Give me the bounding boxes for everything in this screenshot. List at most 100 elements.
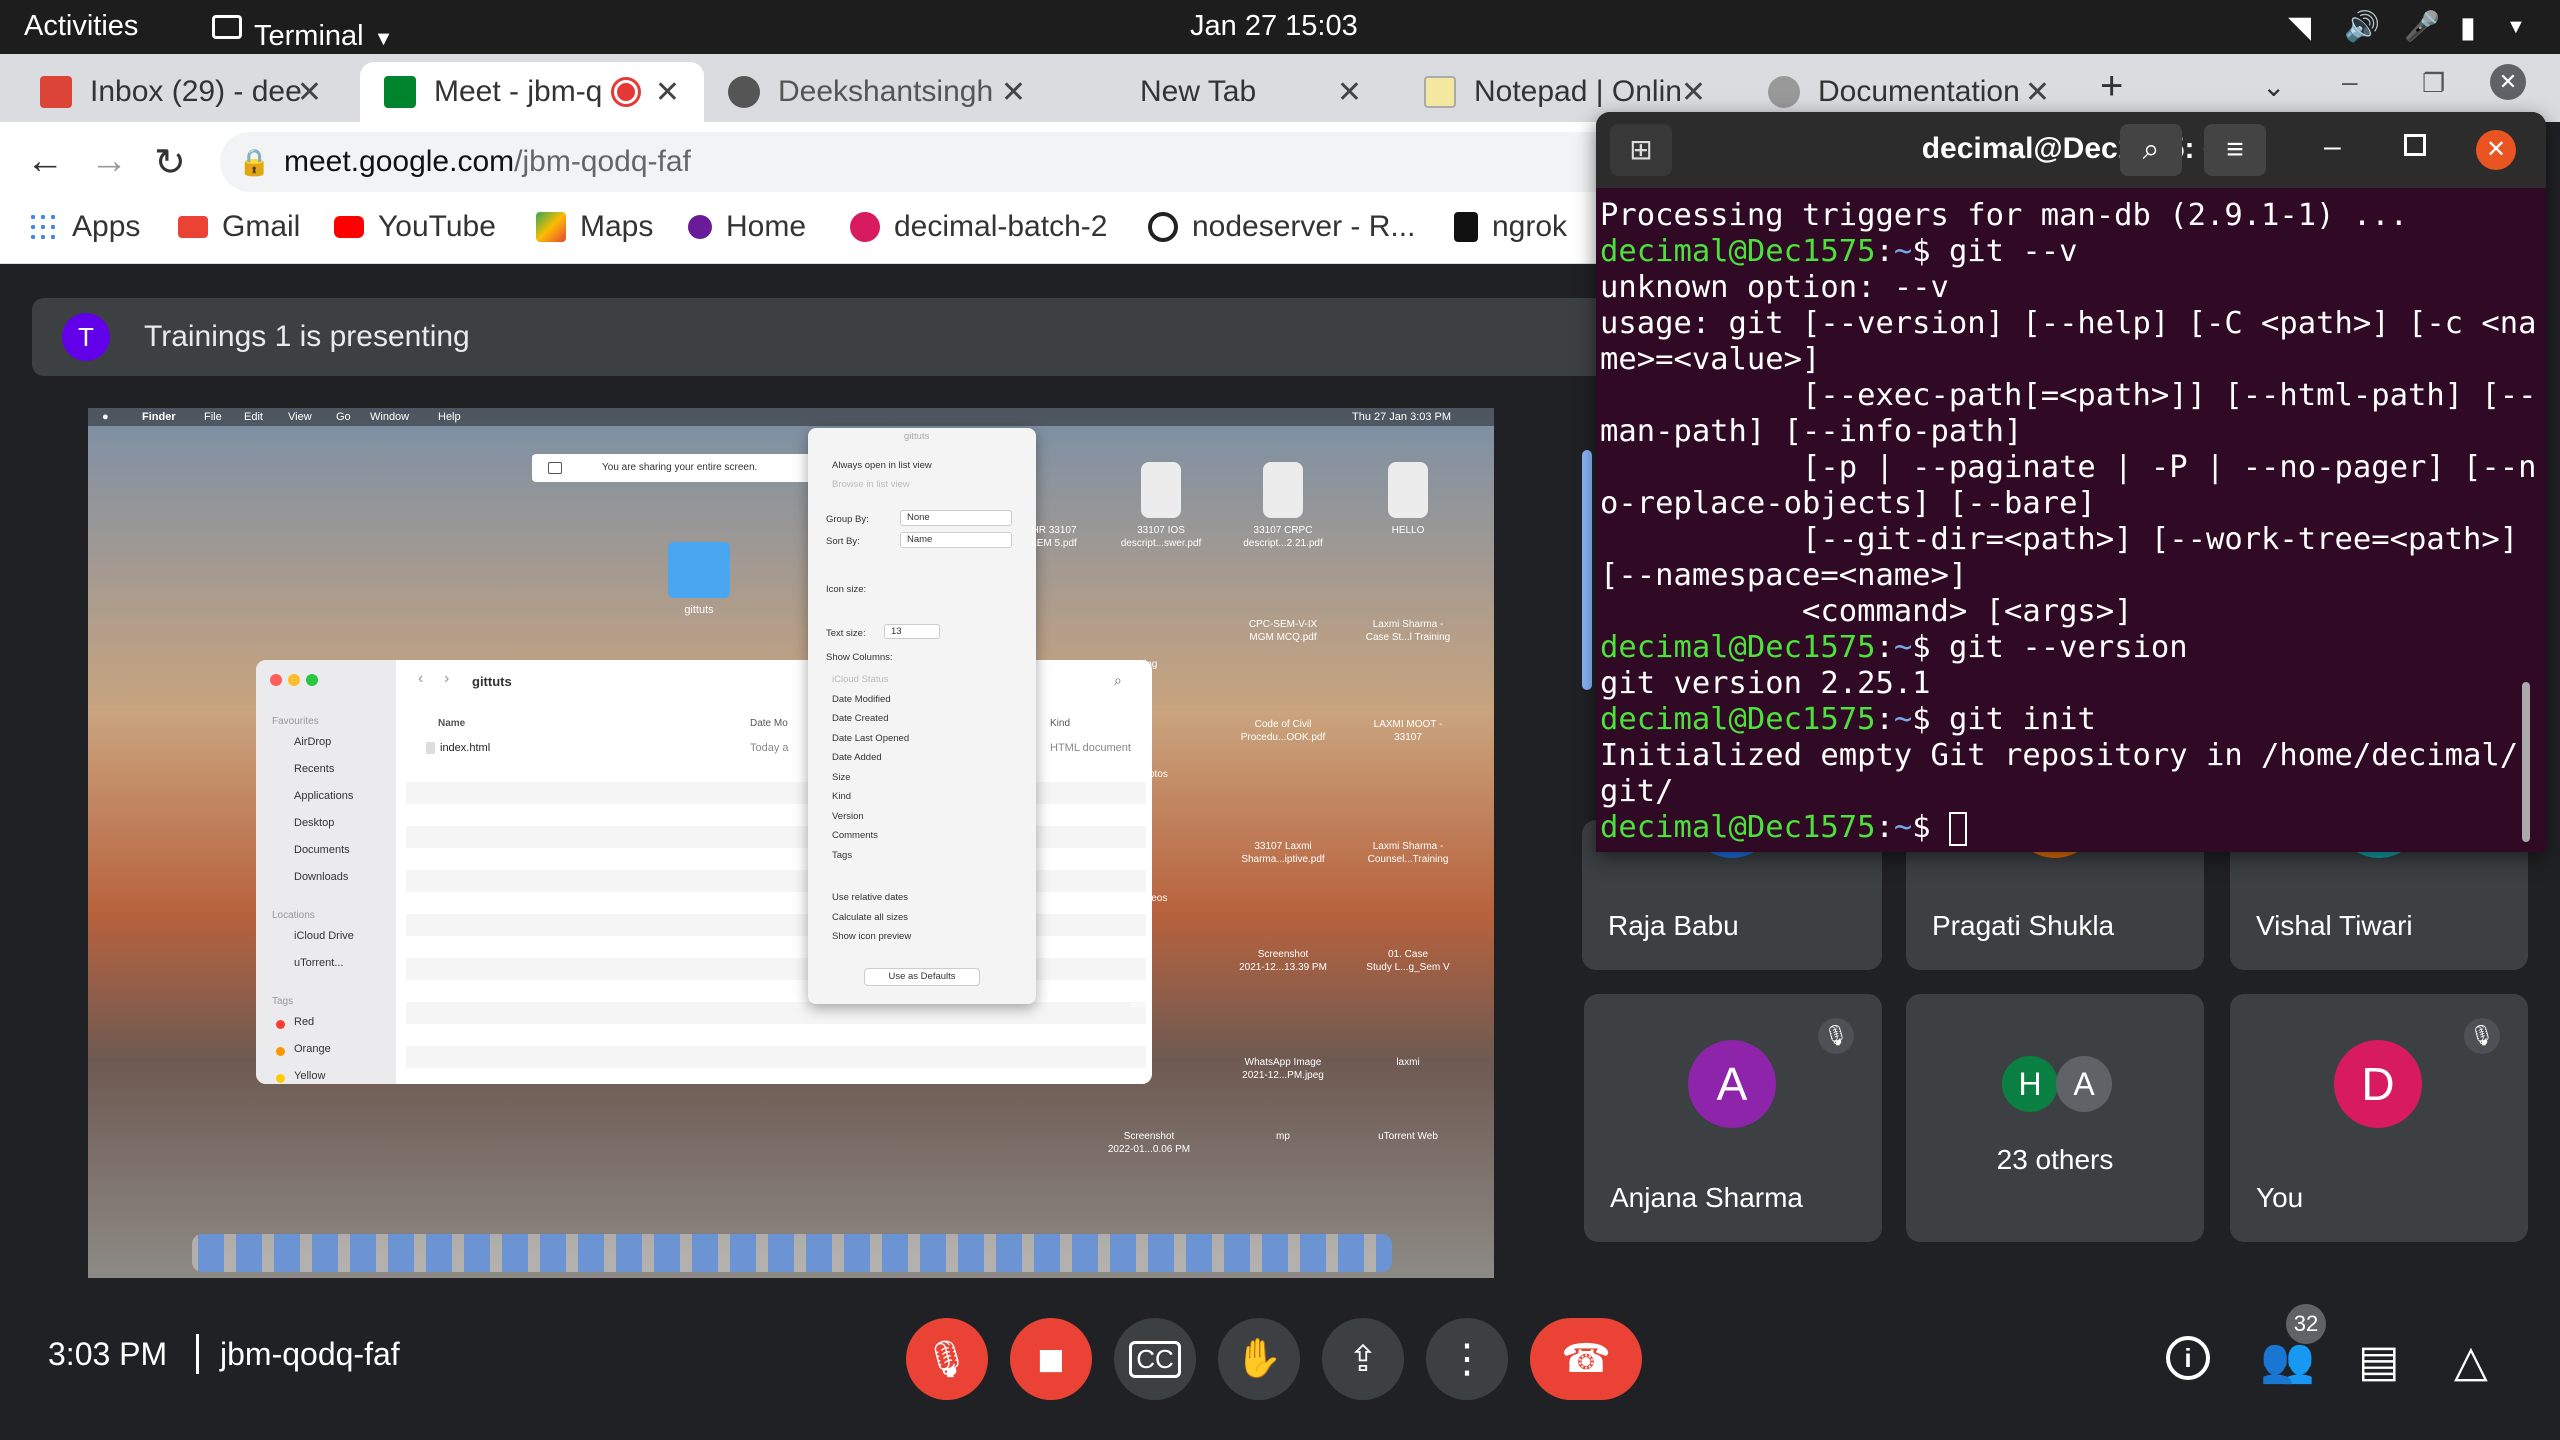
desktop-file[interactable]: mage photos	[1094, 768, 1184, 781]
desktop-file[interactable]: mage videos	[1094, 892, 1184, 905]
more-options-button[interactable]: ⋮	[1426, 1318, 1508, 1400]
close-tab-icon[interactable]: ✕	[1681, 75, 1706, 110]
sidebar-recents[interactable]: Recents	[294, 763, 334, 775]
mic-toggle-button[interactable]: 🎙	[906, 1318, 988, 1400]
group-by-select[interactable]: None	[900, 510, 1012, 526]
tab-meet[interactable]: Meet - jbm-q ✕	[360, 62, 704, 122]
activities-shapes-icon[interactable]: △	[2454, 1336, 2488, 1387]
leave-call-button[interactable]: ☎	[1530, 1318, 1642, 1400]
bookmark-maps[interactable]: Maps	[536, 210, 653, 244]
desktop-folder-gittuts[interactable]: gittuts	[664, 542, 734, 616]
new-tab-plus-icon[interactable]: +	[2100, 64, 2123, 109]
captions-button[interactable]: CC	[1114, 1318, 1196, 1400]
system-menu-caret-icon[interactable]: ▼	[2506, 16, 2526, 39]
forward-arrow-icon[interactable]: →	[90, 140, 128, 183]
desktop-file[interactable]: 33107 CRPC descript...2.21.pdf	[1228, 462, 1338, 550]
desktop-file[interactable]: CPC-SEM-V-IX MGM MCQ.pdf	[1228, 618, 1338, 644]
mac-dock[interactable]	[192, 1234, 1392, 1272]
close-icon[interactable]: ✕	[2476, 130, 2516, 170]
close-traffic-light[interactable]	[270, 674, 282, 686]
desktop-file[interactable]: 01. Case Study L...g_Sem V	[1348, 948, 1468, 974]
sidebar-airdrop[interactable]: AirDrop	[294, 736, 331, 748]
battery-icon[interactable]: ▮	[2460, 10, 2476, 45]
sidebar-utorrent[interactable]: uTorrent...	[294, 957, 344, 969]
reload-icon[interactable]: ↻	[154, 140, 186, 185]
terminal-app-menu[interactable]: Terminal ▼	[212, 10, 393, 52]
lock-icon[interactable]: 🔒	[238, 132, 270, 192]
present-now-button[interactable]: ⇪	[1322, 1318, 1404, 1400]
sidebar-downloads[interactable]: Downloads	[294, 871, 348, 883]
back-arrow-icon[interactable]: ←	[26, 140, 64, 183]
tag-orange[interactable]: Orange	[294, 1043, 331, 1055]
address-bar[interactable]: 🔒 meet.google.com/jbm-qodq-faf	[220, 132, 1600, 192]
text-size-select[interactable]: 13	[884, 624, 940, 639]
desktop-file[interactable]: WhatsApp Image 2021-12...PM.jpeg	[1228, 1056, 1338, 1082]
volume-icon[interactable]: 🔊	[2344, 10, 2380, 44]
minimize-traffic-light[interactable]	[288, 674, 300, 686]
raise-hand-button[interactable]: ✋	[1218, 1318, 1300, 1400]
terminal-scrollbar[interactable]	[2522, 682, 2530, 842]
desktop-file[interactable]: 33107 Laxmi Sharma...iptive.pdf	[1228, 840, 1338, 866]
clock[interactable]: Jan 27 15:03	[1190, 10, 1358, 43]
activities-button[interactable]: Activities	[24, 10, 138, 43]
desktop-file[interactable]: Screenshot 2022-01...0.06 PM	[1094, 1130, 1204, 1156]
bookmark-ngrok[interactable]: ngrok	[1454, 210, 1567, 244]
close-tab-icon[interactable]: ✕	[297, 75, 322, 110]
close-tab-icon[interactable]: ✕	[1337, 75, 1362, 110]
bookmark-nodeserver[interactable]: nodeserver - R...	[1148, 210, 1415, 244]
meeting-details-icon[interactable]: i	[2166, 1336, 2210, 1380]
close-tab-icon[interactable]: ✕	[2025, 75, 2050, 110]
hamburger-menu-button[interactable]: ≡	[2204, 124, 2266, 176]
desktop-file[interactable]: mp	[1228, 1130, 1338, 1143]
sidebar-documents[interactable]: Documents	[294, 844, 350, 856]
desktop-file[interactable]: uTorrent Web	[1348, 1130, 1468, 1143]
terminal-search-button[interactable]: ⌕	[2120, 124, 2182, 176]
bookmark-decimal-batch[interactable]: decimal-batch-2	[850, 210, 1107, 244]
chat-icon[interactable]: ▤	[2358, 1336, 2400, 1387]
sidebar-applications[interactable]: Applications	[294, 790, 353, 802]
terminal-window[interactable]: ⊞ decimal@Dec1575: ~ ⌕ ≡ – ✕ Processing …	[1596, 112, 2546, 852]
desktop-file[interactable]: Laxmi Sharma - Case St...l Training	[1348, 618, 1468, 644]
sort-by-select[interactable]: Name	[900, 532, 1012, 548]
tag-yellow[interactable]: Yellow	[294, 1070, 325, 1082]
close-tab-icon[interactable]: ✕	[655, 75, 680, 110]
bookmark-gmail[interactable]: Gmail	[178, 210, 300, 244]
desktop-file[interactable]: 33107 IOS descript...swer.pdf	[1106, 462, 1216, 550]
desktop-file[interactable]: Etti	[1094, 998, 1184, 1011]
bookmark-youtube[interactable]: YouTube	[334, 210, 496, 244]
tab-gmail[interactable]: Inbox (29) - dee ✕	[16, 62, 346, 122]
participant-tile-others[interactable]: H A 23 others	[1906, 994, 2204, 1242]
shared-screen[interactable]: ● Finder File Edit View Go Window Help T…	[88, 408, 1494, 1278]
desktop-file[interactable]: LAXMI MOOT -33107	[1348, 718, 1468, 744]
desktop-file[interactable]: HR 33107 LEM 5.pdf	[1014, 524, 1094, 550]
sidebar-desktop[interactable]: Desktop	[294, 817, 334, 829]
zoom-traffic-light[interactable]	[306, 674, 318, 686]
bookmark-home[interactable]: Home	[688, 210, 806, 244]
maximize-icon[interactable]	[2404, 134, 2426, 156]
desktop-file[interactable]: Laxmi Sharma - Counsel...Training	[1348, 840, 1468, 866]
use-as-defaults-button[interactable]: Use as Defaults	[864, 968, 980, 986]
tag-red[interactable]: Red	[294, 1016, 314, 1028]
close-tab-icon[interactable]: ✕	[1001, 75, 1026, 110]
minimize-icon[interactable]: –	[2324, 130, 2341, 164]
desktop-file[interactable]: Code of Civil Procedu...OOK.pdf	[1228, 718, 1338, 744]
restore-icon[interactable]: ❐	[2422, 68, 2445, 99]
tab-new-tab[interactable]: New Tab ✕	[1066, 62, 1386, 122]
minimize-icon[interactable]: –	[2342, 66, 2358, 98]
sidebar-icloud[interactable]: iCloud Drive	[294, 930, 354, 942]
microphone-icon[interactable]: 🎤	[2404, 10, 2440, 44]
wifi-icon[interactable]: ◥	[2288, 10, 2311, 45]
desktop-file[interactable]: Screenshot 2021-12...13.39 PM	[1228, 948, 1338, 974]
close-window-icon[interactable]: ✕	[2490, 64, 2526, 100]
finder-back-icon[interactable]: ‹	[418, 670, 423, 688]
finder-forward-icon[interactable]: ›	[444, 670, 449, 688]
camera-toggle-button[interactable]: ◼	[1010, 1318, 1092, 1400]
desktop-file[interactable]: HELLO	[1358, 462, 1458, 537]
desktop-file[interactable]: laxmi	[1348, 1056, 1468, 1069]
bookmark-apps[interactable]: Apps	[28, 210, 140, 244]
terminal-output[interactable]: Processing triggers for man-db (2.9.1-1)…	[1600, 198, 2537, 848]
participant-tile-you[interactable]: 🎙 D You	[2230, 994, 2528, 1242]
view-options-panel[interactable]: gittuts Always open in list view Browse …	[808, 428, 1036, 1004]
tab-search-chevron-icon[interactable]: ⌄	[2262, 70, 2285, 103]
participant-tile-anjana-sharma[interactable]: 🎙 A Anjana Sharma	[1584, 994, 1882, 1242]
